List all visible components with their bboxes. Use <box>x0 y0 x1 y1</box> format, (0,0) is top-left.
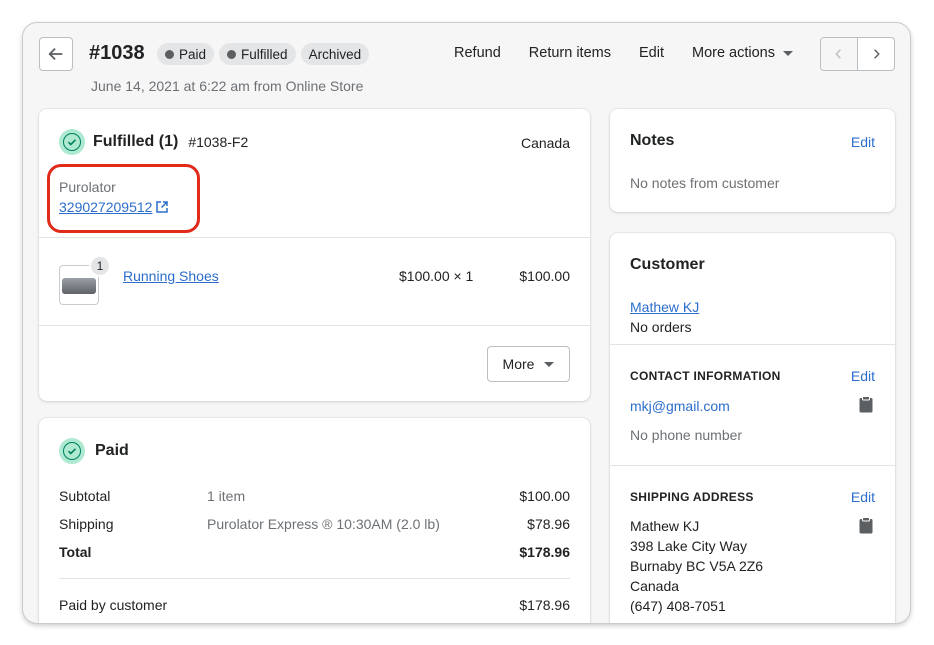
fulfillment-card: Fulfilled (1) #1038-F2 Canada Purolator … <box>39 109 590 401</box>
check-circle-icon <box>59 129 85 155</box>
tracking-highlight-annotation <box>47 164 200 233</box>
shipping-address-edit-link[interactable]: Edit <box>851 489 875 505</box>
quantity-badge: 1 <box>89 255 111 277</box>
copy-address-button[interactable] <box>859 517 873 539</box>
notes-card: Notes Edit No notes from customer <box>610 109 895 212</box>
shoe-image <box>62 278 96 294</box>
contact-edit-link[interactable]: Edit <box>851 368 875 384</box>
payment-title: Paid <box>95 442 129 459</box>
chevron-left-icon <box>835 49 841 59</box>
clipboard-icon <box>859 396 873 413</box>
payment-header: Paid <box>59 438 129 464</box>
customer-card: Customer Mathew KJ No orders CONTACT INF… <box>610 233 895 623</box>
caret-down-icon <box>783 50 793 56</box>
check-circle-icon <box>59 438 85 464</box>
back-button[interactable] <box>39 37 73 71</box>
copy-email-button[interactable] <box>859 396 873 418</box>
address-line: Mathew KJ <box>630 518 700 534</box>
customer-title: Customer <box>630 256 705 273</box>
divider <box>39 237 590 238</box>
caret-down-icon <box>544 361 555 367</box>
header-actions: Refund Return items Edit More actions <box>440 45 807 61</box>
paid-badge: Paid <box>157 43 215 65</box>
clipboard-icon <box>859 517 873 534</box>
next-order-button[interactable] <box>858 38 894 70</box>
order-subtitle: June 14, 2021 at 6:22 am from Online Sto… <box>91 78 364 94</box>
address-line: Burnaby BC V5A 2Z6 <box>630 558 764 574</box>
fulfillment-title: Fulfilled (1) <box>93 133 179 150</box>
order-pager <box>820 37 895 71</box>
arrow-left-icon <box>48 47 63 61</box>
customer-name-link[interactable]: Mathew KJ <box>630 299 699 315</box>
address-line: 398 Lake City Way <box>630 538 747 554</box>
refund-button[interactable]: Refund <box>440 45 515 61</box>
notes-title: Notes <box>630 132 675 149</box>
more-actions-button[interactable]: More actions <box>678 45 807 61</box>
edit-order-button[interactable]: Edit <box>625 45 678 61</box>
fulfillment-id: #1038-F2 <box>188 134 249 150</box>
status-dot-icon <box>227 49 237 59</box>
divider <box>610 465 895 466</box>
fulfillment-country: Canada <box>520 135 570 151</box>
chevron-right-icon <box>874 49 880 59</box>
fulfillment-more-button[interactable]: More <box>487 346 570 382</box>
order-details-window: #1038 Paid Fulfilled Archived Refund Ret… <box>23 23 910 623</box>
payment-card: Paid Subtotal 1 item $100.00 Shipping Pu… <box>39 418 590 623</box>
item-unit-price: $100.00 × 1 <box>399 268 474 284</box>
notes-edit-link[interactable]: Edit <box>851 134 875 150</box>
previous-order-button[interactable] <box>821 38 858 70</box>
address-line: Canada <box>630 578 680 594</box>
return-items-button[interactable]: Return items <box>515 45 625 61</box>
archived-badge: Archived <box>300 43 370 65</box>
fulfillment-header: Fulfilled (1) #1038-F2 <box>59 129 248 155</box>
customer-orders: No orders <box>630 319 692 335</box>
customer-phone: No phone number <box>630 427 743 443</box>
divider <box>59 578 570 579</box>
order-number: #1038 <box>89 42 145 64</box>
shipping-address-title: SHIPPING ADDRESS <box>630 490 754 504</box>
divider <box>610 344 895 345</box>
notes-text: No notes from customer <box>630 175 780 191</box>
status-dot-icon <box>165 49 174 59</box>
divider <box>39 325 590 326</box>
status-badges: Paid Fulfilled Archived <box>157 43 370 65</box>
item-total: $100.00 <box>519 268 570 284</box>
product-name-link[interactable]: Running Shoes <box>123 268 219 284</box>
address-phone: (647) 408-7051 <box>630 598 726 614</box>
contact-information-title: CONTACT INFORMATION <box>630 369 781 383</box>
fulfilled-badge: Fulfilled <box>219 43 296 65</box>
customer-email-link[interactable]: mkj@gmail.com <box>630 398 730 414</box>
